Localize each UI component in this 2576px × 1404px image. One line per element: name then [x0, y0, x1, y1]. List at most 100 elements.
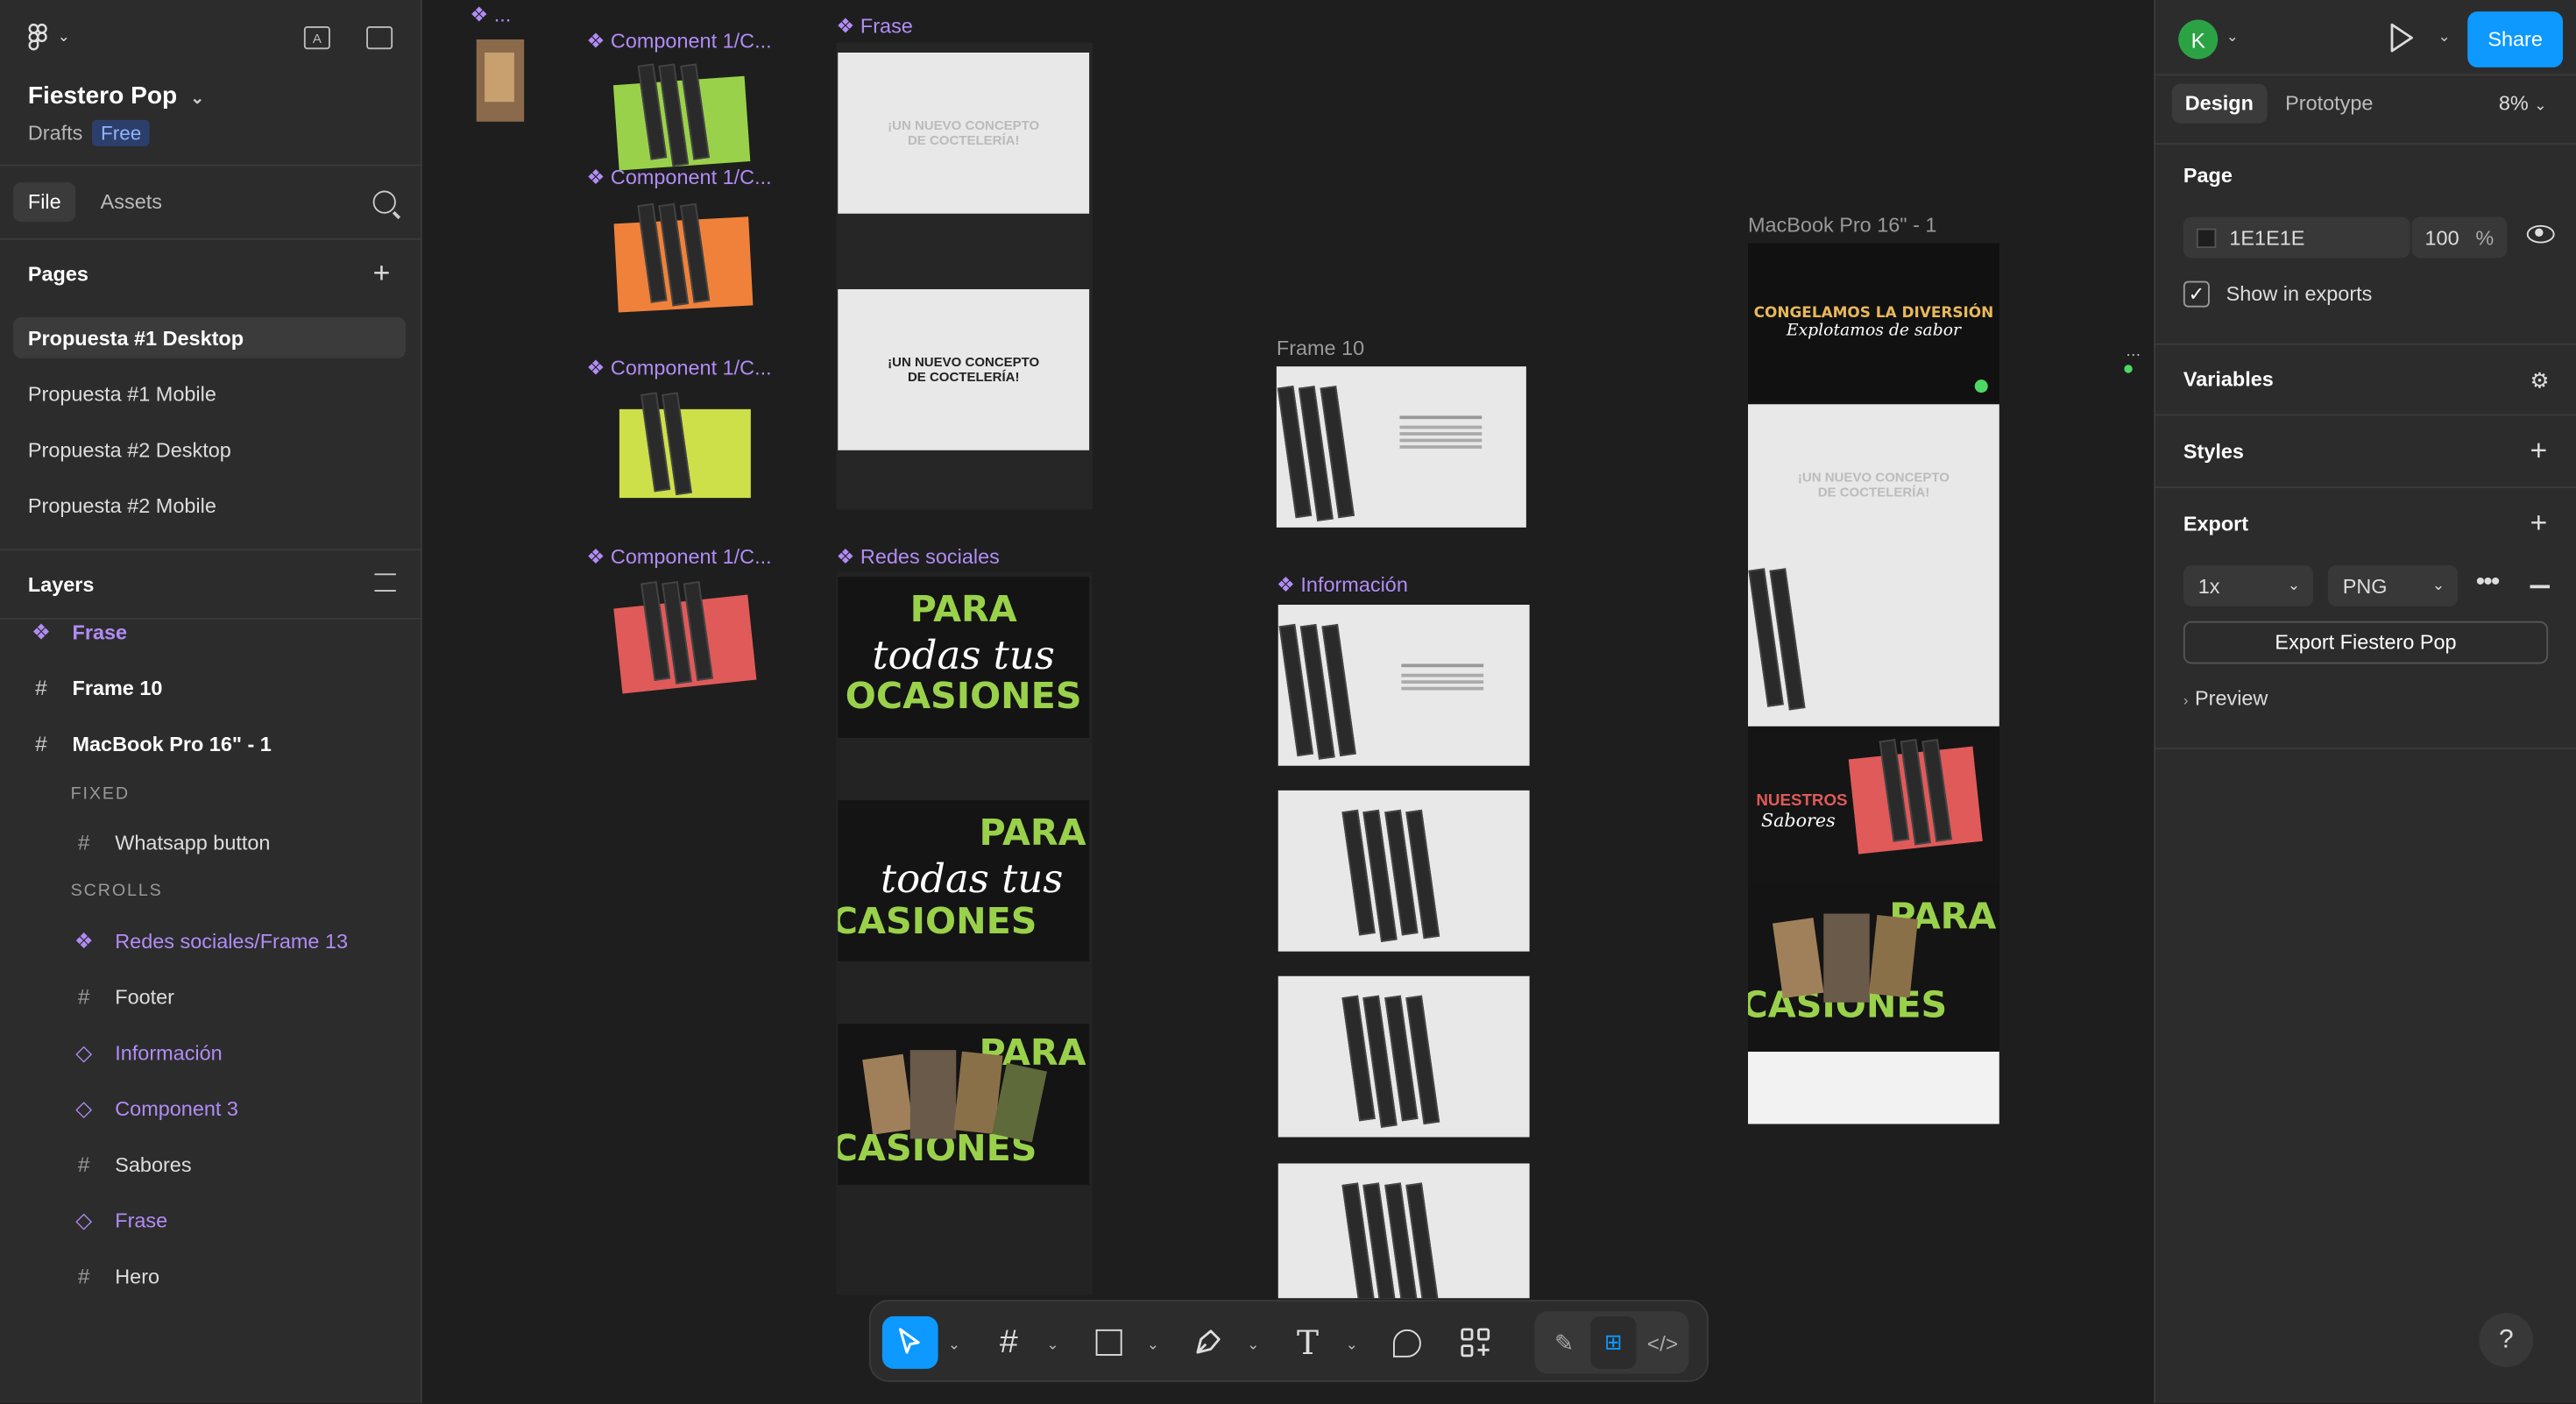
chevron-down-icon[interactable]: ⌄	[1046, 1336, 1058, 1354]
chevron-down-icon[interactable]: ⌄	[2226, 28, 2239, 46]
remove-export-icon[interactable]	[2530, 585, 2550, 588]
page-item[interactable]: Propuesta #2 Mobile	[13, 485, 406, 526]
informacion-frame-1[interactable]	[1277, 605, 1530, 766]
component-frame-orange[interactable]	[608, 197, 760, 316]
layer-item[interactable]: # Sabores	[73, 1152, 192, 1176]
dev-mode[interactable]: </>	[1639, 1316, 1686, 1369]
frame-label[interactable]: ❖ Información	[1277, 572, 1408, 596]
page-color-field[interactable]: 1E1E1E	[2183, 216, 2410, 259]
layer-list-options-icon[interactable]	[374, 573, 396, 592]
frame-label[interactable]: ❖ Component 1/C...	[586, 355, 771, 379]
avatar[interactable]: K	[2178, 19, 2219, 60]
layer-item[interactable]: # Footer	[73, 984, 174, 1009]
page-item[interactable]: Propuesta #2 Desktop	[13, 429, 406, 470]
design-mode[interactable]: ⊞	[1590, 1315, 1637, 1369]
component-frame-yellow[interactable]	[608, 386, 760, 505]
layer-item[interactable]: ◇ Frase	[73, 1208, 167, 1234]
frame-label[interactable]: ❖ Frase	[836, 13, 912, 38]
zoom-dropdown[interactable]: 8% ⌄	[2499, 92, 2547, 115]
component-frame-red[interactable]	[608, 575, 760, 698]
layers-heading: Layers	[27, 573, 95, 597]
redes-frame-3[interactable]: PARA CASIONES	[838, 1024, 1090, 1185]
frame-label[interactable]: ❖ Redes sociales	[836, 544, 999, 569]
tab-assets[interactable]: Assets	[86, 182, 177, 222]
actions-tool[interactable]	[1451, 1316, 1500, 1369]
frame-10[interactable]	[1276, 366, 1526, 528]
chevron-down-icon[interactable]: ⌄	[1147, 1336, 1159, 1354]
frase-frame-1[interactable]: ¡UN NUEVO CONCEPTO DE COCTELERÍA!	[838, 53, 1090, 214]
text-tool[interactable]: T	[1283, 1316, 1332, 1369]
layer-item[interactable]: ◇ Información	[73, 1040, 222, 1067]
comment-tool[interactable]	[1382, 1316, 1431, 1369]
layer-item[interactable]: ◇ Component 3	[73, 1096, 238, 1123]
share-button[interactable]: Share	[2467, 11, 2563, 67]
eye-icon[interactable]	[2526, 224, 2555, 244]
more-icon[interactable]: ⋯	[2126, 347, 2141, 365]
frame-tool[interactable]: #	[984, 1316, 1033, 1369]
thumbnail-frame[interactable]	[476, 39, 525, 122]
frame-label[interactable]: MacBook Pro 16" - 1	[1748, 214, 1936, 237]
color-swatch[interactable]	[2196, 227, 2217, 248]
component-icon: ❖	[31, 619, 51, 644]
export-button[interactable]: Export Fiestero Pop	[2183, 620, 2549, 664]
layer-item[interactable]: # Hero	[73, 1264, 159, 1288]
toggle-sidebar-icon[interactable]	[366, 26, 393, 50]
tab-file[interactable]: File	[13, 182, 76, 223]
more-options-icon[interactable]: •••	[2476, 569, 2501, 599]
whatsapp-button[interactable]	[1974, 379, 1988, 394]
search-icon[interactable]	[372, 190, 396, 214]
preview-toggle[interactable]: › Preview	[2183, 687, 2268, 710]
drafts-link[interactable]: Drafts	[28, 122, 83, 145]
frame-label[interactable]: Frame 10	[1277, 337, 1364, 359]
macbook-frame[interactable]: CONGELAMOS LA DIVERSIÓN Explotamos de sa…	[1748, 243, 1999, 1124]
plan-badge[interactable]: Free	[92, 119, 150, 146]
shape-tool[interactable]	[1085, 1316, 1134, 1369]
tab-design[interactable]: Design	[2171, 83, 2267, 124]
frame-label[interactable]: ❖ ...	[470, 2, 511, 26]
variables-settings-icon[interactable]: ⚙	[2530, 368, 2550, 394]
present-button[interactable]	[2388, 23, 2415, 60]
page-opacity-field[interactable]: 100 %	[2411, 216, 2508, 259]
layer-item[interactable]: # Whatsapp button	[73, 830, 271, 854]
component-frame-green[interactable]	[608, 58, 760, 173]
chevron-down-icon[interactable]: ⌄	[1247, 1336, 1259, 1354]
tab-prototype[interactable]: Prototype	[2272, 84, 2386, 124]
frase-frame-2[interactable]: ¡UN NUEVO CONCEPTO DE COCTELERÍA!	[838, 289, 1090, 450]
redes-frame-1[interactable]: PARA todas tus OCASIONES	[838, 577, 1090, 738]
export-format-select[interactable]: PNG ⌄	[2327, 565, 2458, 606]
layer-item[interactable]: ❖ Redes sociales/Frame 13	[73, 928, 348, 954]
frame-label[interactable]: ❖ Component 1/C...	[586, 165, 771, 188]
informacion-frame-2[interactable]	[1277, 790, 1530, 952]
informacion-frame-4[interactable]	[1277, 1163, 1530, 1299]
informacion-frame-3[interactable]	[1277, 975, 1530, 1138]
frame-label[interactable]: ❖ Component 1/C...	[586, 28, 771, 53]
chevron-down-icon[interactable]: ⌄	[1346, 1336, 1358, 1354]
redes-frame-2[interactable]: PARA todas tus CASIONES	[838, 800, 1090, 961]
add-export-icon[interactable]: +	[2530, 507, 2548, 537]
page-item[interactable]: Propuesta #1 Mobile	[13, 373, 406, 415]
move-tool[interactable]	[881, 1315, 938, 1369]
chevron-down-icon[interactable]: ⌄	[2438, 28, 2451, 46]
draw-mode[interactable]: ✎	[1541, 1316, 1588, 1369]
pen-icon	[1196, 1330, 1221, 1354]
canvas[interactable]: ❖ ... ❖ Component 1/C... ❖ Component 1/C…	[421, 0, 2155, 1404]
layer-item[interactable]: # Frame 10	[30, 676, 162, 700]
pen-tool[interactable]	[1183, 1316, 1232, 1369]
ai-tools-icon[interactable]: A	[303, 26, 330, 50]
project-name[interactable]: Fiestero Pop ⌄	[28, 82, 204, 110]
right-sidebar: K ⌄ ⌄ Share Design Prototype 8% ⌄ Page 1…	[2154, 0, 2576, 1404]
chevron-down-icon[interactable]: ⌄	[948, 1336, 960, 1354]
layer-item[interactable]: ❖ Frase	[30, 620, 127, 646]
frame-label[interactable]: ❖ Component 1/C...	[586, 544, 771, 569]
bottom-toolbar: ⌄ # ⌄ ⌄ ⌄ T ⌄ ✎ ⊞ </>	[868, 1300, 1709, 1382]
export-scale-select[interactable]: 1x ⌄	[2183, 565, 2313, 606]
add-page-icon[interactable]: +	[373, 258, 391, 287]
page-heading: Page	[2183, 164, 2233, 188]
help-button[interactable]: ?	[2479, 1313, 2534, 1367]
add-style-icon[interactable]: +	[2530, 436, 2548, 465]
page-item[interactable]: Propuesta #1 Desktop	[13, 316, 407, 358]
variables-heading[interactable]: Variables	[2183, 368, 2274, 391]
show-in-exports-checkbox[interactable]: ✓	[2183, 280, 2210, 308]
main-menu[interactable]: ⌄	[28, 23, 70, 51]
layer-item[interactable]: # MacBook Pro 16" - 1	[30, 731, 272, 755]
